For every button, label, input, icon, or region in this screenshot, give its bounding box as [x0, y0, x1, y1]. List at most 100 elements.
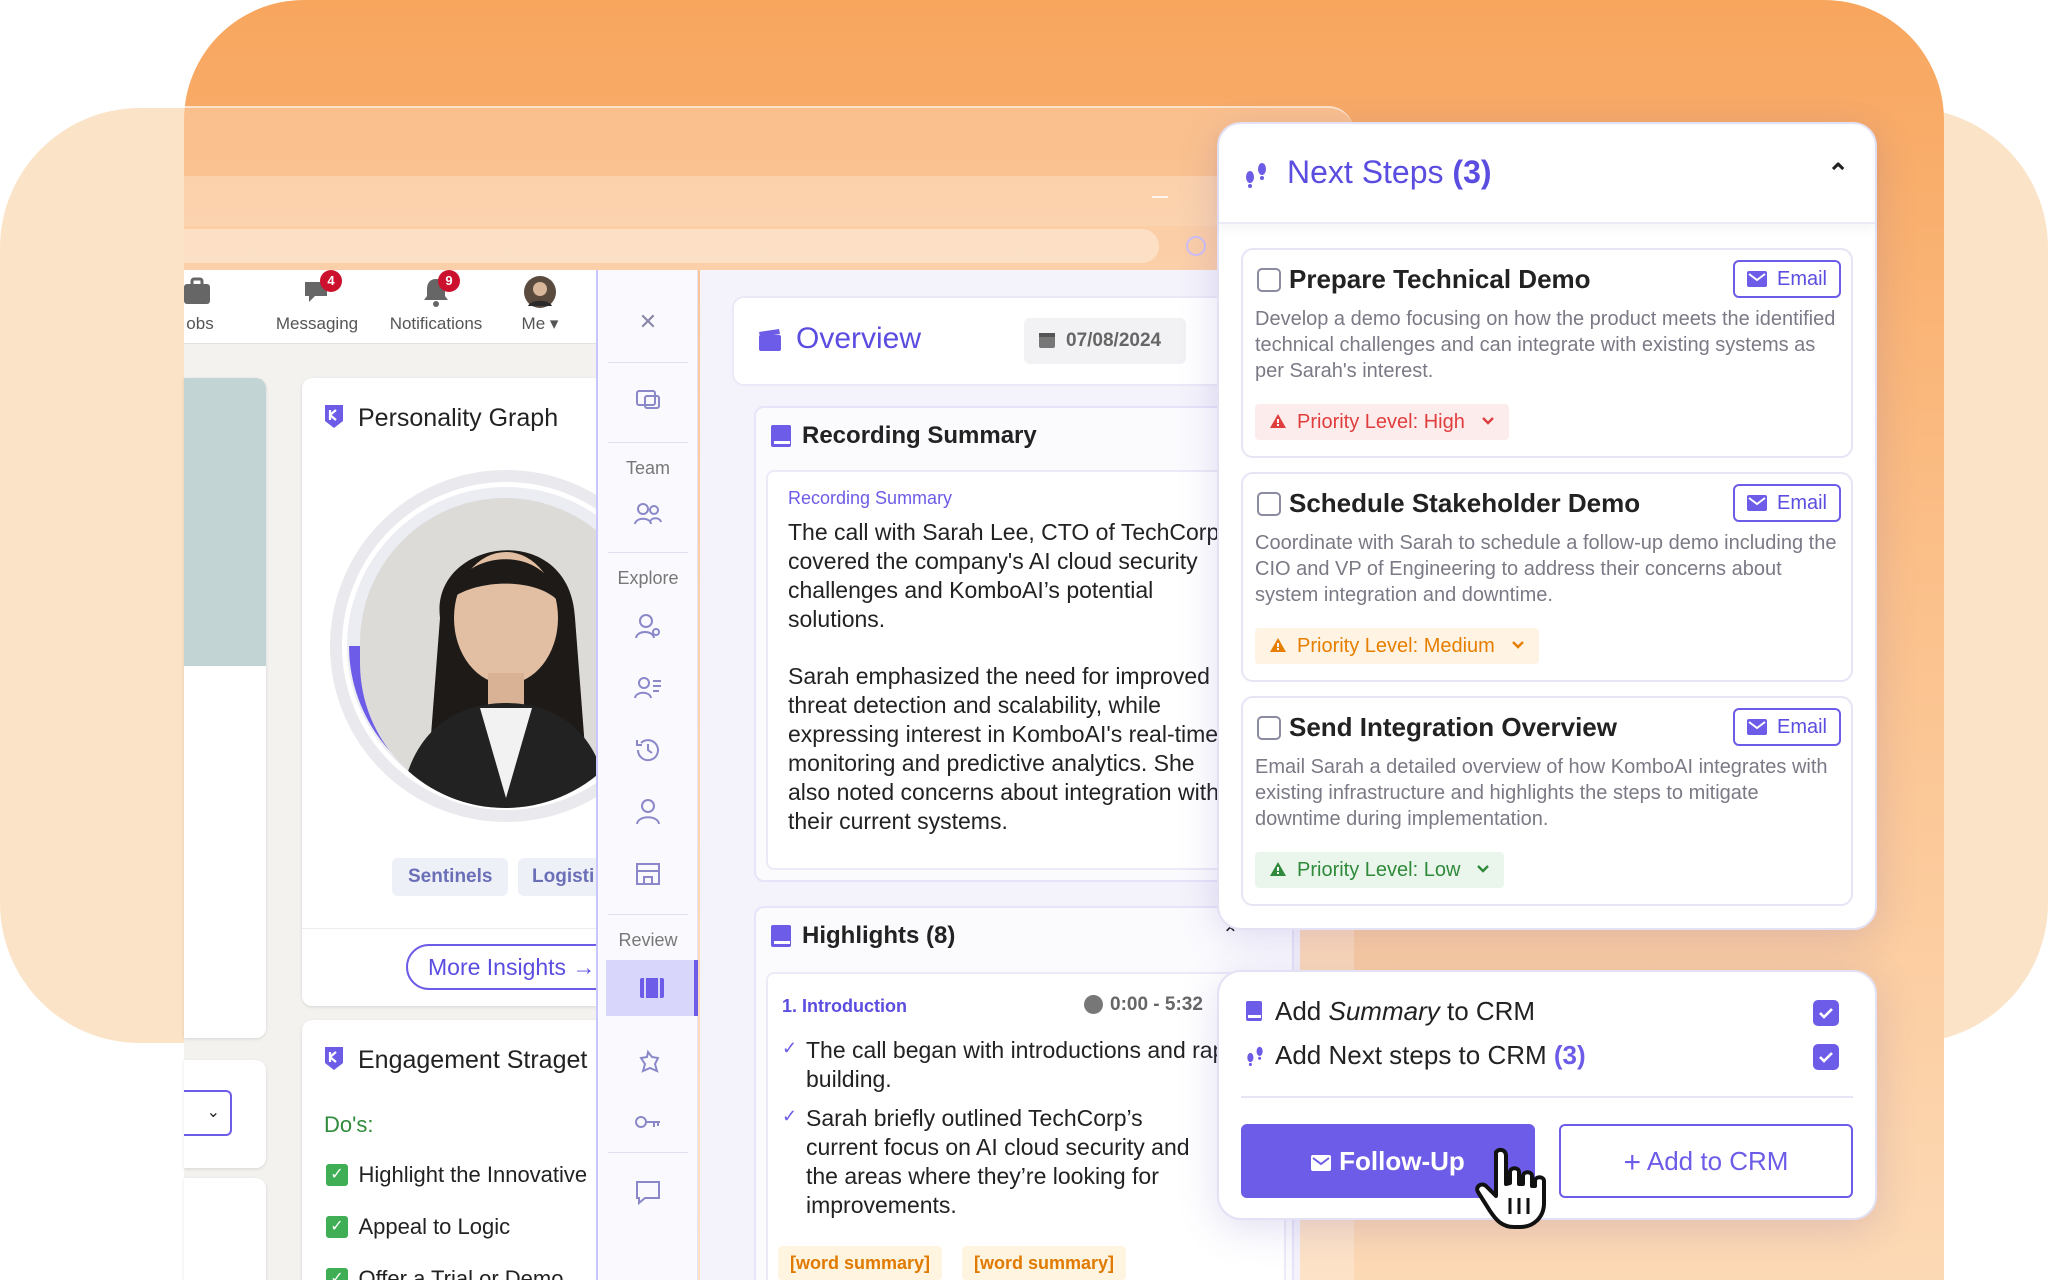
card-partial — [184, 1178, 266, 1280]
avatar — [500, 276, 580, 308]
footsteps-icon — [1243, 162, 1269, 188]
film-icon — [636, 972, 668, 1004]
address-bar[interactable] — [184, 229, 1159, 263]
crm-row-text: Add Next steps to CRM — [1275, 1040, 1554, 1070]
divider — [608, 362, 688, 363]
next-steps-header[interactable]: Next Steps (3) ⌃ — [1219, 124, 1875, 224]
divider — [608, 1152, 688, 1153]
nav-jobs[interactable]: obs — [184, 276, 216, 334]
check-icon: ✓ — [782, 1106, 798, 1126]
profile-card-partial — [184, 378, 266, 1038]
priority-dropdown[interactable]: Priority Level: High — [1255, 404, 1509, 440]
word-summary-tag[interactable]: [word summary] — [778, 1246, 943, 1280]
messaging-icon: 4 — [262, 270, 372, 308]
step-checkbox[interactable] — [1257, 268, 1281, 292]
divider — [302, 928, 596, 929]
more-insights-label: More Insights — [428, 954, 567, 980]
footsteps-icon — [1245, 1046, 1265, 1066]
message-icon[interactable] — [632, 1176, 664, 1208]
extension-icon[interactable] — [1186, 236, 1206, 256]
check-icon: ✓ — [326, 1268, 348, 1280]
nav-messaging[interactable]: 4 Messaging — [262, 270, 372, 334]
step-checkbox[interactable] — [1257, 492, 1281, 516]
step-description: Develop a demo focusing on how the produ… — [1255, 308, 1836, 382]
add-next-steps-checkbox[interactable] — [1813, 1044, 1839, 1070]
hand-cursor-icon — [1474, 1146, 1554, 1232]
step-description: Coordinate with Sarah to schedule a foll… — [1255, 532, 1837, 606]
word-summary-tag[interactable]: [word summary] — [962, 1246, 1127, 1280]
calendar-icon — [1038, 318, 1056, 364]
dos-label: Do's: — [324, 1112, 374, 1137]
rail-label-explore: Explore — [617, 568, 679, 588]
nav-label: obs — [186, 314, 214, 333]
clock-icon — [1084, 995, 1103, 1014]
priority-dropdown[interactable]: Priority Level: Low — [1255, 852, 1505, 888]
add-to-crm-button[interactable]: + Add to CRM — [1559, 1124, 1853, 1198]
close-icon[interactable]: ✕ — [632, 306, 664, 338]
list-item-label: Appeal to Logic — [358, 1214, 511, 1239]
personality-title: Personality Graph — [358, 404, 559, 432]
priority-dropdown[interactable]: Priority Level: Medium — [1255, 628, 1539, 664]
linkedin-navbar: obs 4 Messaging 9 Notifications Me ▾ — [184, 270, 596, 344]
add-next-steps-row[interactable]: Add Next steps to CRM (3) — [1245, 1040, 1586, 1071]
list-item: ✓ Appeal to Logic — [326, 1214, 510, 1240]
minimize-icon[interactable] — [1152, 196, 1168, 198]
summary-paragraph: Sarah emphasized the need for improved t… — [788, 663, 1219, 834]
nav-notifications[interactable]: 9 Notifications — [374, 270, 498, 334]
email-button[interactable]: Email — [1732, 708, 1841, 746]
store-icon[interactable] — [632, 858, 664, 890]
briefcase-icon — [184, 276, 216, 308]
rail-item-review-active[interactable] — [606, 960, 698, 1016]
filter-dropdown[interactable]: ⌄ — [184, 1090, 232, 1136]
person-search-icon[interactable] — [632, 610, 664, 642]
browser-titlebar — [184, 176, 1234, 226]
timestamp: 0:00 - 5:32 — [1084, 994, 1203, 1016]
crm-row-text: to CRM — [1439, 996, 1536, 1026]
divider — [608, 914, 688, 915]
step-checkbox[interactable] — [1257, 716, 1281, 740]
filter-card: ⌄ — [184, 1060, 266, 1168]
kombo-logo-icon — [322, 402, 346, 430]
key-icon[interactable] — [632, 1106, 664, 1138]
check-icon: ✓ — [326, 1216, 348, 1238]
personality-tag[interactable]: Sentinels — [392, 858, 509, 896]
email-button[interactable]: Email — [1732, 484, 1841, 522]
warning-icon — [1270, 638, 1286, 652]
kombo-logo-icon — [322, 1044, 346, 1072]
mail-icon — [1746, 719, 1767, 735]
person-list-icon[interactable] — [632, 672, 664, 704]
warning-icon — [1270, 862, 1286, 876]
chevron-up-icon[interactable]: ⌃ — [1827, 158, 1849, 189]
date-chip[interactable]: 07/08/2024 — [1024, 318, 1186, 364]
badge-icon[interactable] — [632, 1048, 664, 1080]
nav-me[interactable]: Me ▾ — [500, 276, 580, 334]
messaging-badge: 4 — [320, 270, 342, 292]
list-item: ✓ Highlight the Innovative — [326, 1162, 587, 1188]
more-insights-button[interactable]: More Insights → — [406, 944, 596, 990]
profile-banner — [184, 378, 266, 666]
team-icon[interactable] — [632, 498, 664, 530]
history-icon[interactable] — [632, 734, 664, 766]
add-summary-checkbox[interactable] — [1813, 1000, 1839, 1026]
highlights-card: Highlights (8) ⌃ 1. Introduction 0:00 - … — [754, 906, 1294, 1280]
notifications-badge: 9 — [438, 270, 460, 292]
summary-paragraph: The call with Sarah Lee, CTO of TechCorp… — [788, 519, 1226, 632]
chat-board-icon[interactable] — [632, 386, 664, 418]
list-item-label: Offer a Trial or Demo — [358, 1266, 564, 1280]
divider — [1241, 1096, 1853, 1098]
date-value: 07/08/2024 — [1066, 330, 1162, 351]
email-button[interactable]: Email — [1732, 260, 1841, 298]
chevron-down-icon — [1511, 641, 1524, 649]
overview-title: Overview — [796, 322, 922, 355]
mail-icon — [1746, 495, 1767, 511]
step-title: Prepare Technical Demo — [1289, 264, 1591, 294]
step-title: Send Integration Overview — [1289, 712, 1617, 742]
plus-icon: + — [1623, 1146, 1642, 1180]
add-summary-row[interactable]: Add Summary to CRM — [1245, 996, 1535, 1027]
next-step-item: Prepare Technical Demo Email Develop a d… — [1241, 248, 1853, 458]
mail-icon — [1746, 271, 1767, 287]
personality-tag[interactable]: Logisti — [518, 858, 596, 896]
highlight-bullet: The call began with introductions and ra… — [806, 1037, 1273, 1092]
person-icon[interactable] — [632, 796, 664, 828]
nav-label: Notifications — [389, 314, 483, 333]
